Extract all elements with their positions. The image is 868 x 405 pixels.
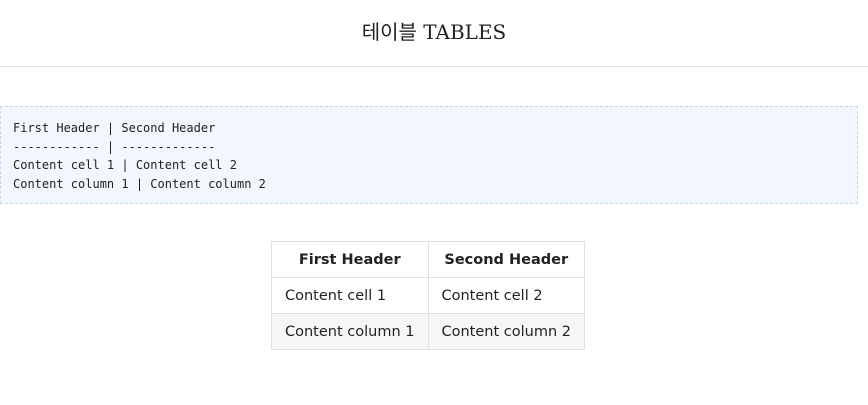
table-header-cell: First Header [271,241,429,278]
table-row: Content column 1 Content column 2 [271,313,585,350]
code-line: ------------ | ------------- [13,139,216,154]
table-header-cell: Second Header [427,241,585,278]
table-cell: Content cell 1 [271,277,429,314]
table-cell: Content column 2 [427,313,585,350]
page-title: 테이블 TABLES [361,19,507,44]
page-header: 테이블 TABLES [0,0,868,67]
table-row: Content cell 1 Content cell 2 [271,277,585,314]
table-header-row: First Header Second Header [271,241,585,278]
code-line: Content cell 1 | Content cell 2 [13,158,237,172]
table-cell: Content column 1 [271,313,429,350]
code-line: Content column 1 | Content column 2 [13,176,266,191]
table-cell: Content cell 2 [427,277,585,314]
table-container: First Header Second Header Content cell … [0,241,858,350]
code-block: First Header | Second Header -----------… [0,106,858,204]
code-line: First Header | Second Header [13,121,216,135]
rendered-table: First Header Second Header Content cell … [271,241,585,350]
